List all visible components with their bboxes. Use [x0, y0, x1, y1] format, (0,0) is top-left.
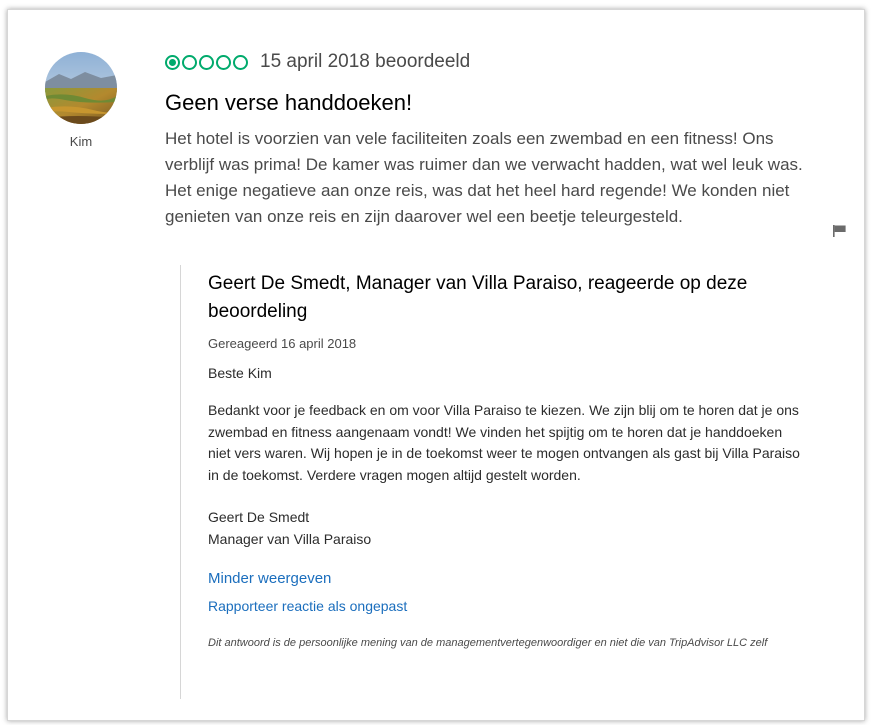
avatar[interactable]: [45, 52, 117, 124]
review-title[interactable]: Geen verse handdoeken!: [165, 90, 412, 116]
rating-bubble-icon: [216, 54, 231, 70]
rating-bubbles: [165, 54, 248, 70]
response-disclaimer: Dit antwoord is de persoonlijke mening v…: [208, 637, 768, 649]
response-date: Gereageerd 16 april 2018: [208, 336, 357, 351]
response-greeting: Beste Kim: [208, 365, 272, 381]
review-body: Het hotel is voorzien van vele facilitei…: [165, 129, 813, 226]
rating-bubble-icon: [199, 54, 214, 70]
response-title: Geert De Smedt, Manager van Villa Parais…: [208, 273, 748, 322]
review-date: 15 april 2018 beoordeeld: [260, 51, 471, 72]
report-response-link[interactable]: Rapporteer reactie als ongepast: [208, 598, 820, 614]
rating-bubble-icon: [182, 54, 197, 70]
user-name[interactable]: Kim: [45, 134, 117, 149]
rating-bubble-icon: [233, 54, 248, 70]
rating-row: 15 april 2018 beoordeeld: [165, 51, 470, 73]
avatar-photo: [45, 52, 117, 124]
response-signature: Geert De Smedt Manager van Villa Paraiso: [208, 507, 820, 550]
response-body: Bedankt voor je feedback en om voor Vill…: [208, 402, 800, 483]
management-response: Geert De Smedt, Manager van Villa Parais…: [180, 265, 820, 699]
flag-icon[interactable]: [833, 224, 847, 242]
review-card: Kim 15 april 2018 beoordeeld Geen verse …: [7, 9, 865, 721]
signature-name: Geert De Smedt: [208, 509, 310, 525]
rating-bubble-icon: [165, 54, 180, 70]
signature-role: Manager van Villa Paraiso: [208, 530, 372, 547]
show-less-link[interactable]: Minder weergeven: [208, 570, 820, 587]
